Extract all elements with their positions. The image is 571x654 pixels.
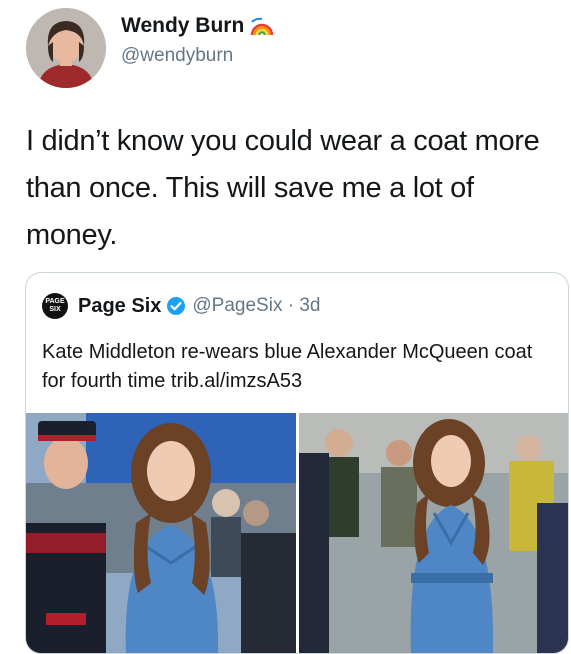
quoted-handle-time[interactable]: @PageSix · 3d — [192, 295, 320, 317]
quoted-text: Kate Middleton re-wears blue Alexander M… — [42, 341, 533, 392]
quoted-author-name[interactable]: Page Six — [78, 295, 161, 318]
photo-left[interactable] — [26, 413, 296, 653]
verified-badge-icon — [167, 297, 186, 315]
tweet-text: I didn’t know you could wear a coat more… — [26, 125, 540, 251]
avatar[interactable] — [26, 8, 106, 88]
quoted-header: PAGE SIX Page Six @PageSix · 3d — [42, 293, 320, 319]
page-six-logo: PAGE SIX — [42, 293, 68, 319]
avatar-photo — [26, 8, 106, 88]
photo-right-image — [299, 413, 568, 653]
quoted-tweet-card[interactable]: PAGE SIX Page Six @PageSix · 3d Kate Mid… — [25, 272, 569, 654]
author-handle[interactable]: @wendyburn — [121, 45, 233, 67]
rainbow-icon — [251, 17, 274, 36]
photo-left-image — [26, 413, 296, 653]
photo-right[interactable] — [299, 413, 568, 653]
quoted-photos — [26, 413, 568, 653]
author-name-row: Wendy Burn — [121, 14, 274, 38]
author-name[interactable]: Wendy Burn — [121, 14, 244, 38]
